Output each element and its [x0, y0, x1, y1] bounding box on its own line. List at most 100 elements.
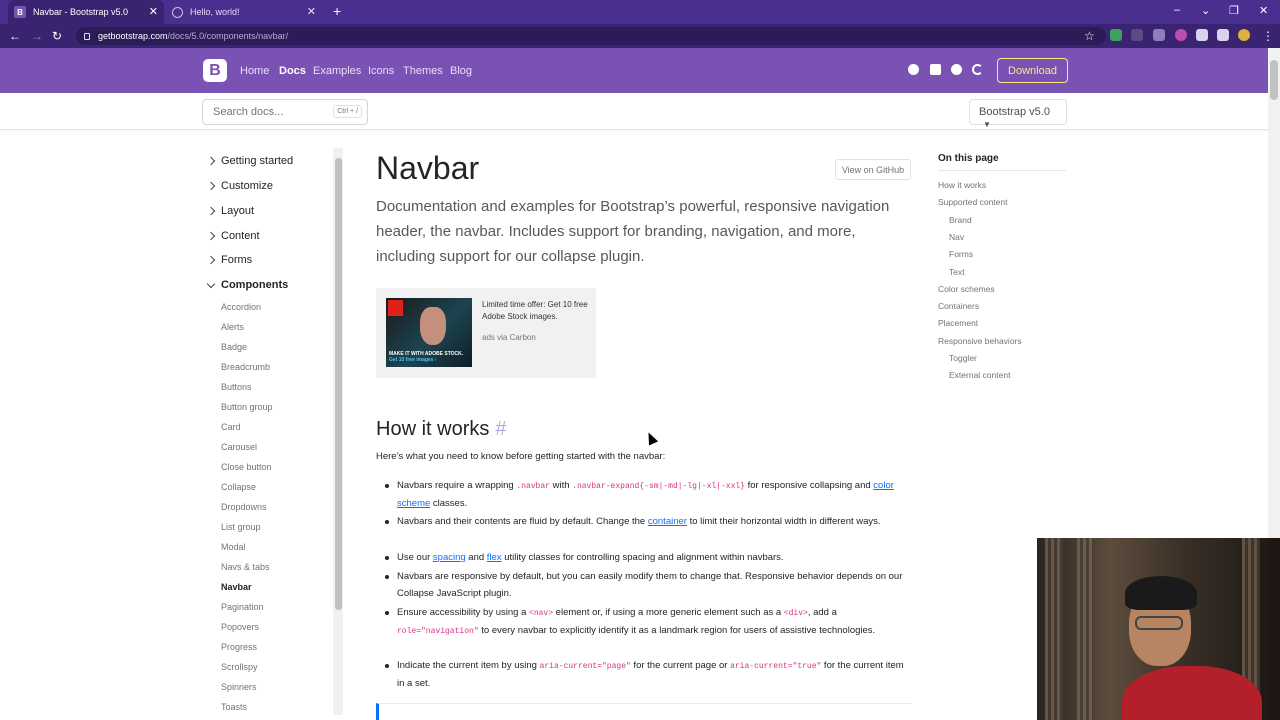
sidebar-group-customize[interactable]: Customize: [206, 180, 273, 192]
sidebar-group-layout[interactable]: Layout: [206, 205, 254, 217]
nav-docs[interactable]: Docs: [279, 65, 306, 77]
toc-item-containers[interactable]: Containers: [938, 301, 979, 311]
flex-link[interactable]: flex: [487, 552, 502, 563]
sidebar-item-badge[interactable]: Badge: [221, 342, 247, 352]
search-input[interactable]: Search docs... Ctrl + /: [202, 99, 368, 125]
nav-home[interactable]: Home: [240, 65, 269, 77]
sidebar-item-carousel[interactable]: Carousel: [221, 442, 257, 452]
sidebar-item-close-button[interactable]: Close button: [221, 462, 272, 472]
slack-icon[interactable]: [951, 64, 962, 75]
spacing-link[interactable]: spacing: [433, 552, 466, 563]
sidebar-item-popovers[interactable]: Popovers: [221, 622, 259, 632]
close-tab-icon[interactable]: ✕: [149, 5, 158, 19]
profile-avatar[interactable]: [1238, 29, 1250, 41]
sidebar-item-buttons[interactable]: Buttons: [221, 382, 252, 392]
toc-item-supported-content[interactable]: Supported content: [938, 197, 1007, 207]
opencollective-icon[interactable]: [972, 64, 983, 75]
tab-title: Hello, world!: [190, 7, 240, 17]
list-item: Indicate the current item by using aria-…: [376, 658, 906, 692]
nav-examples[interactable]: Examples: [313, 65, 361, 77]
bootstrap-logo[interactable]: B: [203, 59, 227, 82]
extensions-icon[interactable]: [1196, 29, 1208, 41]
version-dropdown[interactable]: Bootstrap v5.0 ▼: [969, 99, 1067, 129]
sidebar-item-breadcrumb[interactable]: Breadcrumb: [221, 362, 270, 372]
toc-item-toggler[interactable]: Toggler: [949, 353, 977, 363]
toc-item-placement[interactable]: Placement: [938, 318, 978, 328]
version-label: Bootstrap v5.0: [979, 106, 1050, 118]
sidebar-group-components[interactable]: Components: [206, 279, 288, 291]
toc-item-brand[interactable]: Brand: [949, 215, 972, 225]
tab-hello-world[interactable]: Hello, world! ✕: [166, 0, 322, 24]
menu-kebab-icon[interactable]: ⋮: [1262, 29, 1274, 43]
toc-item-color-schemes[interactable]: Color schemes: [938, 284, 995, 294]
close-tab-icon[interactable]: ✕: [307, 5, 316, 19]
list-item: Navbars and their contents are fluid by …: [376, 514, 906, 531]
extension-icon[interactable]: [1110, 29, 1122, 41]
tab-navbar-bootstrap[interactable]: B Navbar - Bootstrap v5.0 ✕: [8, 0, 164, 24]
page-lead: Documentation and examples for Bootstrap…: [376, 198, 890, 265]
back-arrow-icon[interactable]: ←: [9, 29, 21, 43]
sidebar-item-navs-tabs[interactable]: Navs & tabs: [221, 562, 270, 572]
extension-icon[interactable]: [1131, 29, 1143, 41]
address-bar[interactable]: getbootstrap.com/docs/5.0/components/nav…: [76, 27, 1106, 45]
download-button[interactable]: Download: [997, 58, 1068, 83]
caret-down-icon: ▼: [983, 120, 991, 129]
sidebar-item-navbar[interactable]: Navbar: [221, 582, 252, 592]
chevron-right-icon: [206, 255, 216, 265]
page-scrollbar-thumb[interactable]: [1270, 60, 1278, 100]
twitter-icon[interactable]: [930, 64, 941, 75]
code-snippet: .navbar: [516, 482, 550, 491]
new-tab-button[interactable]: +: [333, 3, 341, 19]
sidebar-item-alerts[interactable]: Alerts: [221, 322, 244, 332]
anchor-link[interactable]: #: [495, 418, 506, 440]
sidebar-item-dropdowns[interactable]: Dropdowns: [221, 502, 267, 512]
sidebar-scrollbar-thumb[interactable]: [335, 158, 342, 610]
sidebar-item-button-group[interactable]: Button group: [221, 402, 273, 412]
toc-item-external-content[interactable]: External content: [949, 370, 1010, 380]
restore-icon[interactable]: ❐: [1229, 4, 1239, 17]
toc-item-responsive-behaviors[interactable]: Responsive behaviors: [938, 336, 1022, 346]
minimize-icon[interactable]: –: [1174, 4, 1180, 16]
github-icon[interactable]: [908, 64, 919, 75]
ad-text[interactable]: Limited time offer: Get 10 free Adobe St…: [482, 299, 588, 323]
chevron-right-icon: [206, 156, 216, 166]
globe-icon: [172, 6, 183, 18]
carbon-ad[interactable]: MAKE IT WITH ADOBE STOCK. Get 10 free ima…: [376, 288, 596, 378]
person-hoodie: [1122, 666, 1262, 720]
toc-item-nav[interactable]: Nav: [949, 232, 964, 242]
toc-item-forms[interactable]: Forms: [949, 249, 973, 259]
ad-image[interactable]: MAKE IT WITH ADOBE STOCK. Get 10 free ima…: [386, 298, 472, 367]
sidebar-item-progress[interactable]: Progress: [221, 642, 257, 652]
star-icon[interactable]: ☆: [1084, 29, 1095, 43]
toc-heading: On this page: [938, 153, 999, 164]
nav-themes[interactable]: Themes: [403, 65, 443, 77]
ad-attribution[interactable]: ads via Carbon: [482, 333, 536, 342]
window-close-icon[interactable]: ✕: [1259, 4, 1268, 17]
tab-search-icon[interactable]: ⌄: [1201, 4, 1210, 17]
sidebar-item-collapse[interactable]: Collapse: [221, 482, 256, 492]
nav-blog[interactable]: Blog: [450, 65, 472, 77]
container-link[interactable]: container: [648, 516, 687, 527]
sidebar-item-scrollspy[interactable]: Scrollspy: [221, 662, 258, 672]
extension-icon[interactable]: [1153, 29, 1165, 41]
sidebar-item-list-group[interactable]: List group: [221, 522, 261, 532]
toc-item-text[interactable]: Text: [949, 267, 965, 277]
media-icon[interactable]: [1217, 29, 1229, 41]
browser-tab-strip: B Navbar - Bootstrap v5.0 ✕ Hello, world…: [0, 0, 1280, 24]
sidebar-item-modal[interactable]: Modal: [221, 542, 246, 552]
forward-arrow-icon[interactable]: →: [31, 29, 43, 43]
sidebar-group-getting-started[interactable]: Getting started: [206, 155, 293, 167]
sidebar-item-spinners[interactable]: Spinners: [221, 682, 257, 692]
sidebar-item-toasts[interactable]: Toasts: [221, 702, 247, 712]
extension-icon[interactable]: [1175, 29, 1187, 41]
sidebar-item-accordion[interactable]: Accordion: [221, 302, 261, 312]
nav-icons[interactable]: Icons: [368, 65, 394, 77]
sidebar-item-card[interactable]: Card: [221, 422, 241, 432]
view-on-github-button[interactable]: View on GitHub: [835, 159, 911, 180]
sidebar-item-pagination[interactable]: Pagination: [221, 602, 264, 612]
toc-item-how-it-works[interactable]: How it works: [938, 180, 986, 190]
sidebar-group-content[interactable]: Content: [206, 230, 260, 242]
reload-icon[interactable]: ↻: [52, 29, 62, 43]
sidebar-group-forms[interactable]: Forms: [206, 254, 252, 266]
code-snippet: aria-current="page": [539, 662, 631, 671]
